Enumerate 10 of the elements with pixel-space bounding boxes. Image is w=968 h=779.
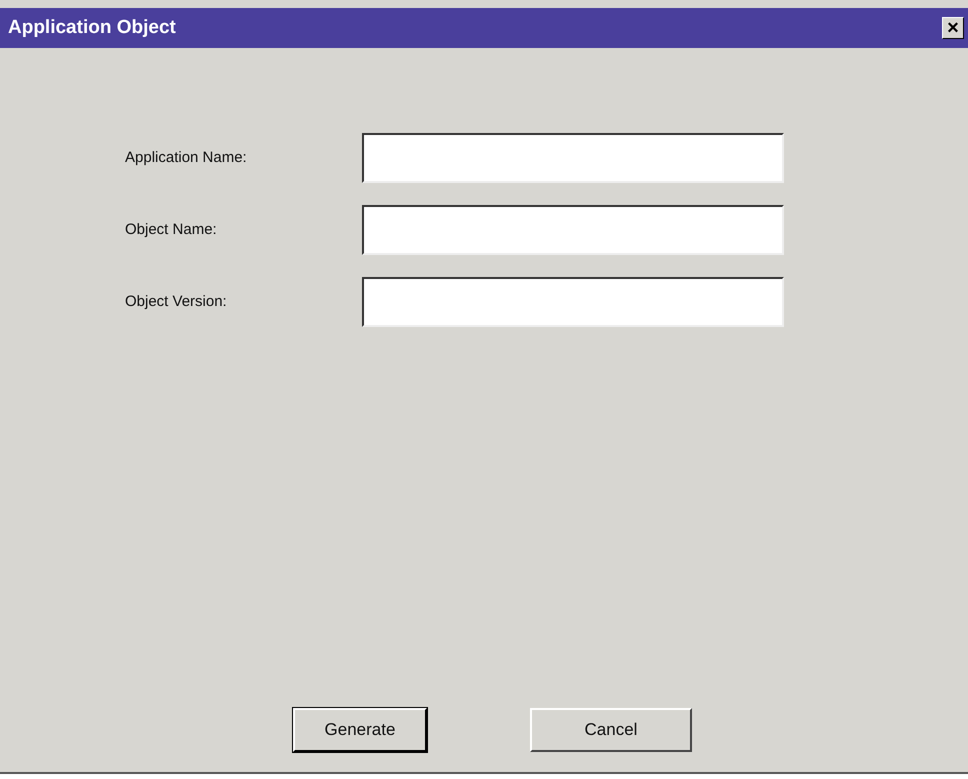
dialog-button[interactable]: Generate	[293, 708, 427, 752]
input-field[interactable]	[362, 133, 784, 183]
field-label: Object Version:	[125, 292, 228, 312]
field-label: Application Name:	[125, 148, 248, 168]
dialog-button[interactable]: Cancel	[530, 708, 692, 752]
field-label: Object Name:	[125, 220, 218, 240]
input-field[interactable]	[362, 205, 784, 255]
window-title: Application Object	[8, 16, 176, 40]
close-button[interactable]: ×	[942, 17, 964, 39]
input-field[interactable]	[362, 277, 784, 327]
